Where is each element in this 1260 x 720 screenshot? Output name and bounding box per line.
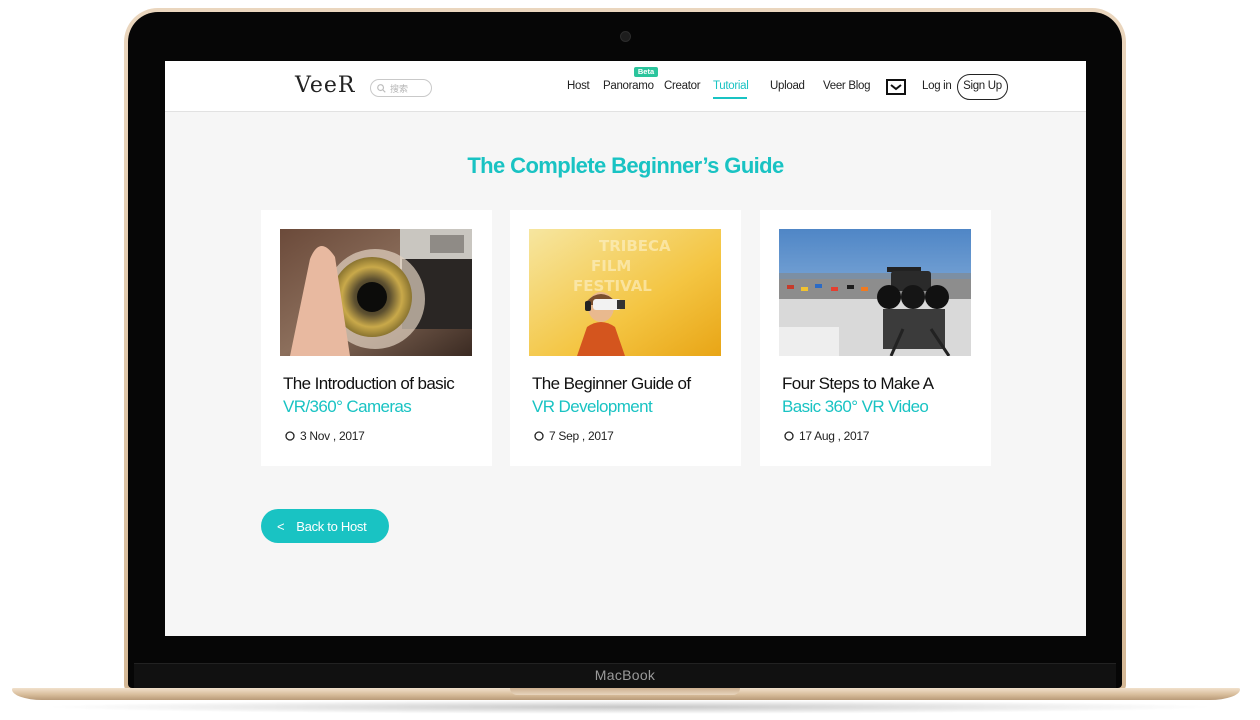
card-title-line1[interactable]: The Introduction of basic <box>283 374 455 394</box>
nav-creator[interactable]: Creator <box>664 80 701 92</box>
card-date: 3 Nov , 2017 <box>285 429 365 443</box>
chevron-left-icon: < <box>277 518 285 534</box>
laptop-chin: MacBook <box>134 663 1116 688</box>
card-title-line2[interactable]: VR Development <box>532 397 653 417</box>
clock-icon <box>285 431 295 441</box>
nav-panoramo[interactable]: Panoramo <box>603 80 654 92</box>
festival-sign-line3: FESTIVAL <box>573 277 652 295</box>
tutorial-card[interactable]: Four Steps to Make A Basic 360° VR Video… <box>760 210 991 466</box>
nav-tutorial[interactable]: Tutorial <box>713 80 749 92</box>
nav-upload[interactable]: Upload <box>770 80 805 92</box>
vr-headset-photo[interactable]: TRIBECA FILM FESTIVAL <box>529 229 721 356</box>
inbox-icon[interactable] <box>886 79 906 95</box>
festival-sign-line2: FILM <box>591 257 631 275</box>
clock-icon <box>534 431 544 441</box>
card-title-line2[interactable]: VR/360° Cameras <box>283 397 412 417</box>
back-to-host-button[interactable]: < Back to Host <box>261 509 389 543</box>
veer-logo[interactable]: VeeR <box>295 73 355 98</box>
tutorial-card[interactable]: The Introduction of basic VR/360° Camera… <box>261 210 492 466</box>
webcam <box>620 31 631 42</box>
laptop-opening-notch <box>510 688 740 695</box>
login-link[interactable]: Log in <box>922 80 952 92</box>
beta-badge: Beta <box>634 67 658 77</box>
active-tab-underline <box>713 97 747 99</box>
page-title: The Complete Beginner’s Guide <box>467 153 784 178</box>
card-date: 7 Sep , 2017 <box>534 429 614 443</box>
search-icon <box>377 83 386 93</box>
card-title-line2[interactable]: Basic 360° VR Video <box>782 397 929 417</box>
card-date-text: 3 Nov , 2017 <box>300 429 365 443</box>
card-date-text: 17 Aug , 2017 <box>799 429 870 443</box>
clock-icon <box>784 431 794 441</box>
back-to-host-label: Back to Host <box>296 518 367 534</box>
device-brand-label: MacBook <box>594 667 656 683</box>
card-date: 17 Aug , 2017 <box>784 429 869 443</box>
card-date-text: 7 Sep , 2017 <box>549 429 614 443</box>
laptop-shadow <box>40 700 1220 714</box>
tutorial-card[interactable]: TRIBECA FILM FESTIVAL The Beginner Guide… <box>510 210 741 466</box>
camera-lens-photo[interactable] <box>280 229 472 356</box>
card-title-line1[interactable]: The Beginner Guide of <box>532 374 691 394</box>
festival-sign-line1: TRIBECA <box>599 237 671 255</box>
top-navbar: VeeR 搜索 Host Panoramo Beta Creator Tutor… <box>165 61 1086 112</box>
race-track-camera-photo[interactable] <box>779 229 971 356</box>
screen: VeeR 搜索 Host Panoramo Beta Creator Tutor… <box>165 61 1086 636</box>
search-input[interactable]: 搜索 <box>370 79 432 97</box>
signup-button[interactable]: Sign Up <box>957 74 1008 100</box>
search-placeholder: 搜索 <box>390 83 409 94</box>
card-title-line1[interactable]: Four Steps to Make A <box>782 374 934 394</box>
nav-veer-blog[interactable]: Veer Blog <box>823 80 870 92</box>
nav-host[interactable]: Host <box>567 80 590 92</box>
